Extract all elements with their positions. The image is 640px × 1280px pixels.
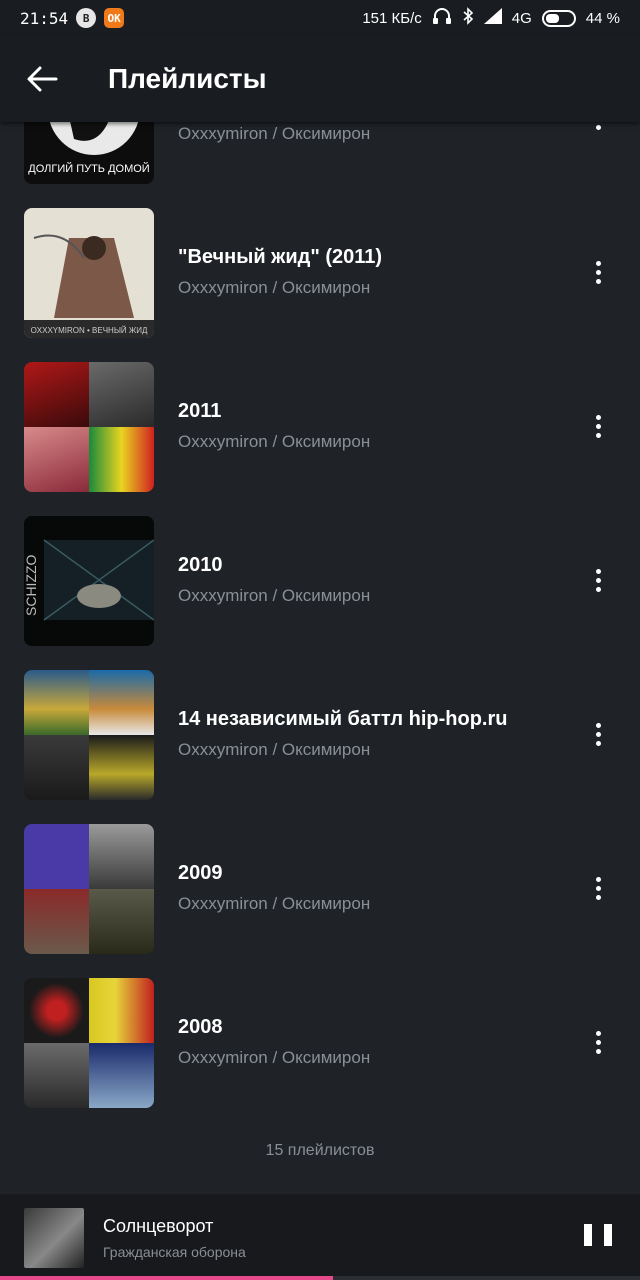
playlist-artist: Oxxxymiron / Оксимирон [178,740,371,759]
pause-button[interactable] [584,1224,612,1250]
svg-text:SCHIZZO: SCHIZZO [24,554,39,616]
now-playing-artist[interactable]: Гражданская оборона [103,1244,246,1260]
playlist-name: "Вечный жид" (2011) [178,246,383,268]
back-button[interactable] [12,49,72,109]
playlist-list[interactable]: ДОЛГИЙ ПУТЬ ДОМОЙ Oxxxymiron / Оксимирон… [0,122,640,1194]
bluetooth-icon [462,7,474,29]
cover-quadrant [89,427,154,492]
cover-quadrant [89,362,154,427]
page-title: Плейлисты [108,63,267,94]
playlist-count: 15 плейлистов [265,1142,375,1159]
playlist-item[interactable]: ДОЛГИЙ ПУТЬ ДОМОЙ Oxxxymiron / Оксимирон [0,122,640,208]
status-time: 21:54 [20,8,69,28]
cover-caption: OXXXYMIRON • ВЕЧНЫЙ ЖИД [31,326,148,335]
cover-quadrant [24,889,89,954]
playlist-cover: SCHIZZO [24,516,154,646]
playlist-cover [24,362,154,492]
cover-quadrant [24,735,89,800]
playlist-item[interactable]: 2009 Oxxxymiron / Оксимирон [0,824,640,978]
cover-quadrant [24,824,89,889]
playlist-item[interactable]: SCHIZZO 2010 Oxxxymiron / Оксимирон [0,516,640,670]
more-options-button[interactable] [580,868,616,908]
cover-quadrant [24,427,89,492]
playlist-name: 2010 [178,554,223,576]
playlist-name: 2008 [178,1016,223,1038]
playlist-name: 2009 [178,862,223,884]
playback-progress[interactable] [0,1276,640,1280]
pause-icon [584,1224,592,1246]
more-options-button[interactable] [580,122,616,138]
cover-quadrant [24,670,89,735]
playlist-item[interactable]: 2011 Oxxxymiron / Оксимирон [0,362,640,516]
playlist-artist: Oxxxymiron / Оксимирон [178,124,371,143]
more-options-button[interactable] [580,252,616,292]
cover-quadrant [89,670,154,735]
battery-icon [541,9,576,27]
vk-notification-icon: В [76,8,97,28]
battery-percent: 44 % [585,9,620,27]
arrow-left-icon [27,66,58,92]
network-speed: 151 КБ/с [362,9,422,27]
playlist-item[interactable]: OXXXYMIRON • ВЕЧНЫЙ ЖИД "Вечный жид" (20… [0,208,640,362]
now-playing-cover[interactable] [24,1208,84,1268]
playlist-item[interactable]: 14 независимый баттл hip-hop.ru Oxxxymir… [0,670,640,824]
playlist-cover [24,670,154,800]
now-playing-bar[interactable]: Солнцеворот Гражданская оборона [0,1194,640,1280]
playlist-artist: Oxxxymiron / Оксимирон [178,586,371,605]
more-options-button[interactable] [580,1022,616,1062]
cover-quadrant [89,735,154,800]
more-options-button[interactable] [580,406,616,446]
more-options-button[interactable] [580,714,616,754]
status-bar: 21:54 В OK 151 КБ/с 4G 44 % [0,0,640,36]
ok-notification-icon: OK [104,8,125,28]
playlist-artist: Oxxxymiron / Оксимирон [178,432,371,451]
playlist-cover: ДОЛГИЙ ПУТЬ ДОМОЙ [24,122,154,184]
cover-quadrant [24,1043,89,1108]
app-bar: Плейлисты [0,36,640,122]
cover-quadrant [24,362,89,427]
cover-quadrant [89,889,154,954]
cover-quadrant [89,978,154,1043]
progress-fill [0,1276,333,1280]
more-options-button[interactable] [580,560,616,600]
cover-quadrant [89,1043,154,1108]
signal-icon [483,8,502,28]
playlist-artist: Oxxxymiron / Оксимирон [178,894,371,913]
playlist-cover [24,978,154,1108]
playlist-artist: Oxxxymiron / Оксимирон [178,1048,371,1067]
playlist-name: 2011 [178,400,222,422]
headphones-icon [432,7,452,29]
playlist-item[interactable]: 2008 Oxxxymiron / Оксимирон [0,978,640,1132]
network-type: 4G [511,9,532,27]
playlist-cover [24,824,154,954]
now-playing-title[interactable]: Солнцеворот [103,1216,213,1237]
cover-quadrant [89,824,154,889]
playlist-name: 14 независимый баттл hip-hop.ru [178,708,508,730]
playlist-cover: OXXXYMIRON • ВЕЧНЫЙ ЖИД [24,208,154,338]
cover-quadrant [24,978,89,1043]
playlist-artist: Oxxxymiron / Оксимирон [178,278,371,297]
cover-caption: ДОЛГИЙ ПУТЬ ДОМОЙ [28,162,149,175]
